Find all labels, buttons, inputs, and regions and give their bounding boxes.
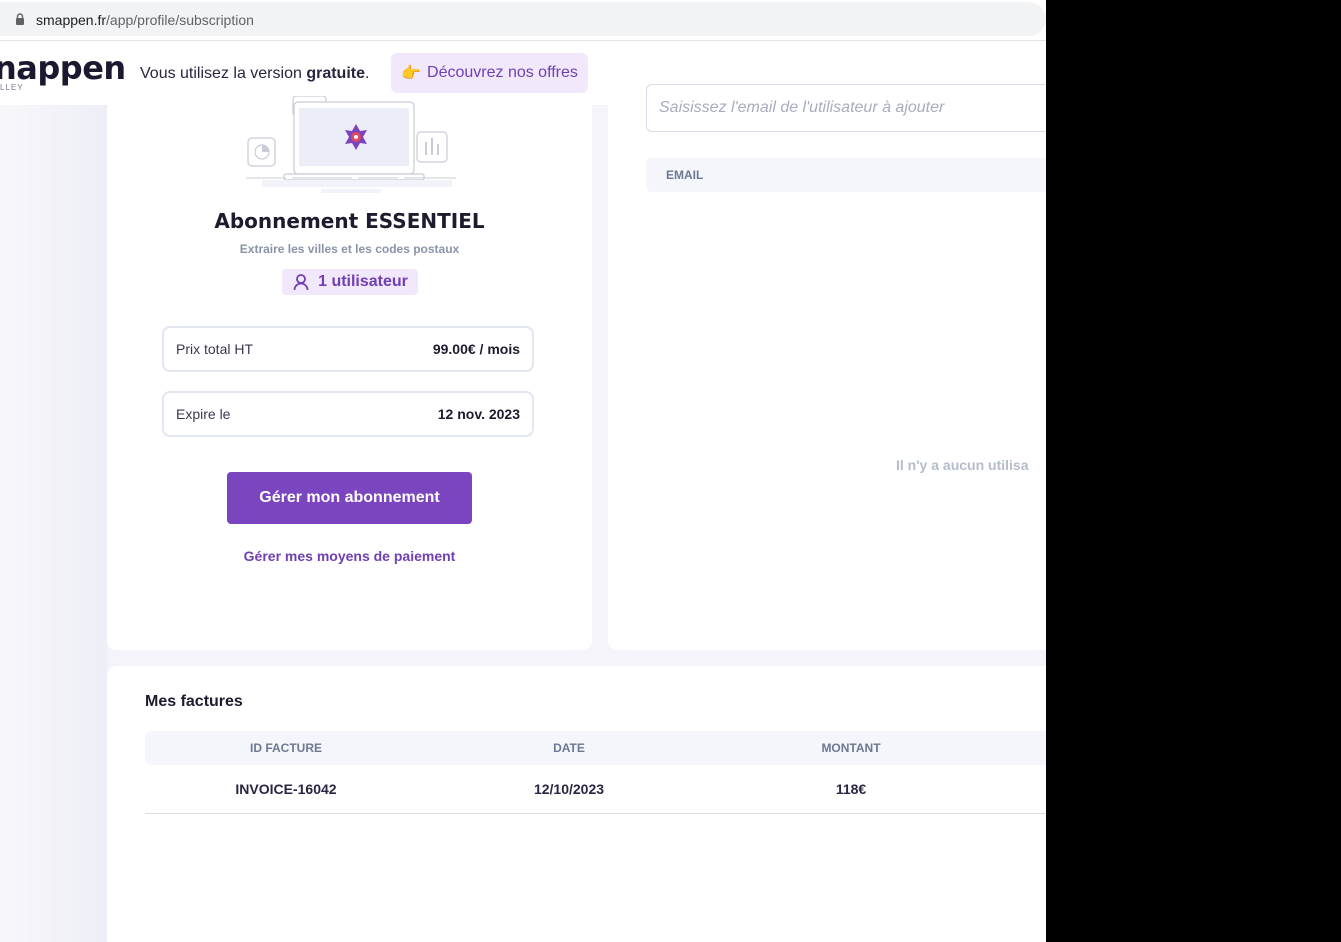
invoice-amount-cell: 118€ [835,781,867,797]
column-header-amount: MONTANT [821,741,881,755]
column-header-date: DATE [553,741,585,755]
users-table-header: EMAIL [646,158,1046,192]
version-suffix: . [364,65,370,82]
url-domain: smappen.fr [36,12,107,28]
sidebar-background [0,105,107,942]
expiry-value: 12 nov. 2023 [437,406,520,422]
expiry-label: Expire le [176,406,231,422]
invoices-table-header: ID FACTURE DATE MONTANT [145,731,1046,765]
subscription-card: Abonnement ESSENTIEL Extraire les villes… [107,96,592,650]
url-field[interactable]: smappen.fr/app/profile/subscription [0,2,1046,36]
expiry-box: Expire le 12 nov. 2023 [162,391,534,437]
price-value: 99.00€ / mois [432,341,520,357]
logo-subtitle: LLEY [0,83,24,92]
column-header-invoice-id: ID FACTURE [250,741,322,755]
url-path: /app/profile/subscription [106,12,254,28]
invoices-title: Mes factures [145,693,243,710]
invoices-table: ID FACTURE DATE MONTANT INVOICE-16042 12… [145,731,1046,814]
lock-icon [16,13,24,25]
user-email-input[interactable] [646,84,1046,132]
plan-subtitle: Extraire les villes et les codes postaux [239,242,460,256]
discover-offers-button[interactable]: 👉 Découvrez nos offres [391,53,588,93]
invoice-date-cell: 12/10/2023 [533,781,605,797]
pointing-hand-icon: 👉 [401,65,422,82]
plan-title: Abonnement ESSENTIEL [214,209,485,233]
version-notice: Vous utilisez la version gratuite. [140,65,369,83]
version-prefix: Vous utilisez la version [140,65,307,82]
smappen-logo[interactable]: nappen [0,49,126,87]
column-header-email: EMAIL [666,168,704,182]
invoice-id-cell: INVOICE-16042 [235,781,337,797]
version-name: gratuite [306,65,365,82]
empty-users-message: Il n'y a aucun utilisa [896,457,1029,473]
browser-address-bar: smappen.fr/app/profile/subscription [0,0,1046,41]
manage-subscription-button[interactable]: Gérer mon abonnement [227,472,472,524]
subscription-illustration-icon [246,96,456,193]
users-card: EMAIL Il n'y a aucun utilisa [608,84,1046,650]
users-count-badge: 1 utilisateur [282,269,418,295]
table-row[interactable]: INVOICE-16042 12/10/2023 118€ [145,765,1046,814]
price-box: Prix total HT 99.00€ / mois [162,326,534,372]
discover-offers-label: Découvrez nos offres [427,64,578,81]
invoices-card: Mes factures ID FACTURE DATE MONTANT INV… [107,666,1046,942]
user-icon [293,274,309,291]
users-count-label: 1 utilisateur [318,273,408,290]
browser-viewport: smappen.fr/app/profile/subscription napp… [0,0,1046,942]
price-label: Prix total HT [176,341,254,357]
manage-payment-methods-link[interactable]: Gérer mes moyens de paiement [107,548,592,564]
url-text: smappen.fr/app/profile/subscription [36,12,254,28]
